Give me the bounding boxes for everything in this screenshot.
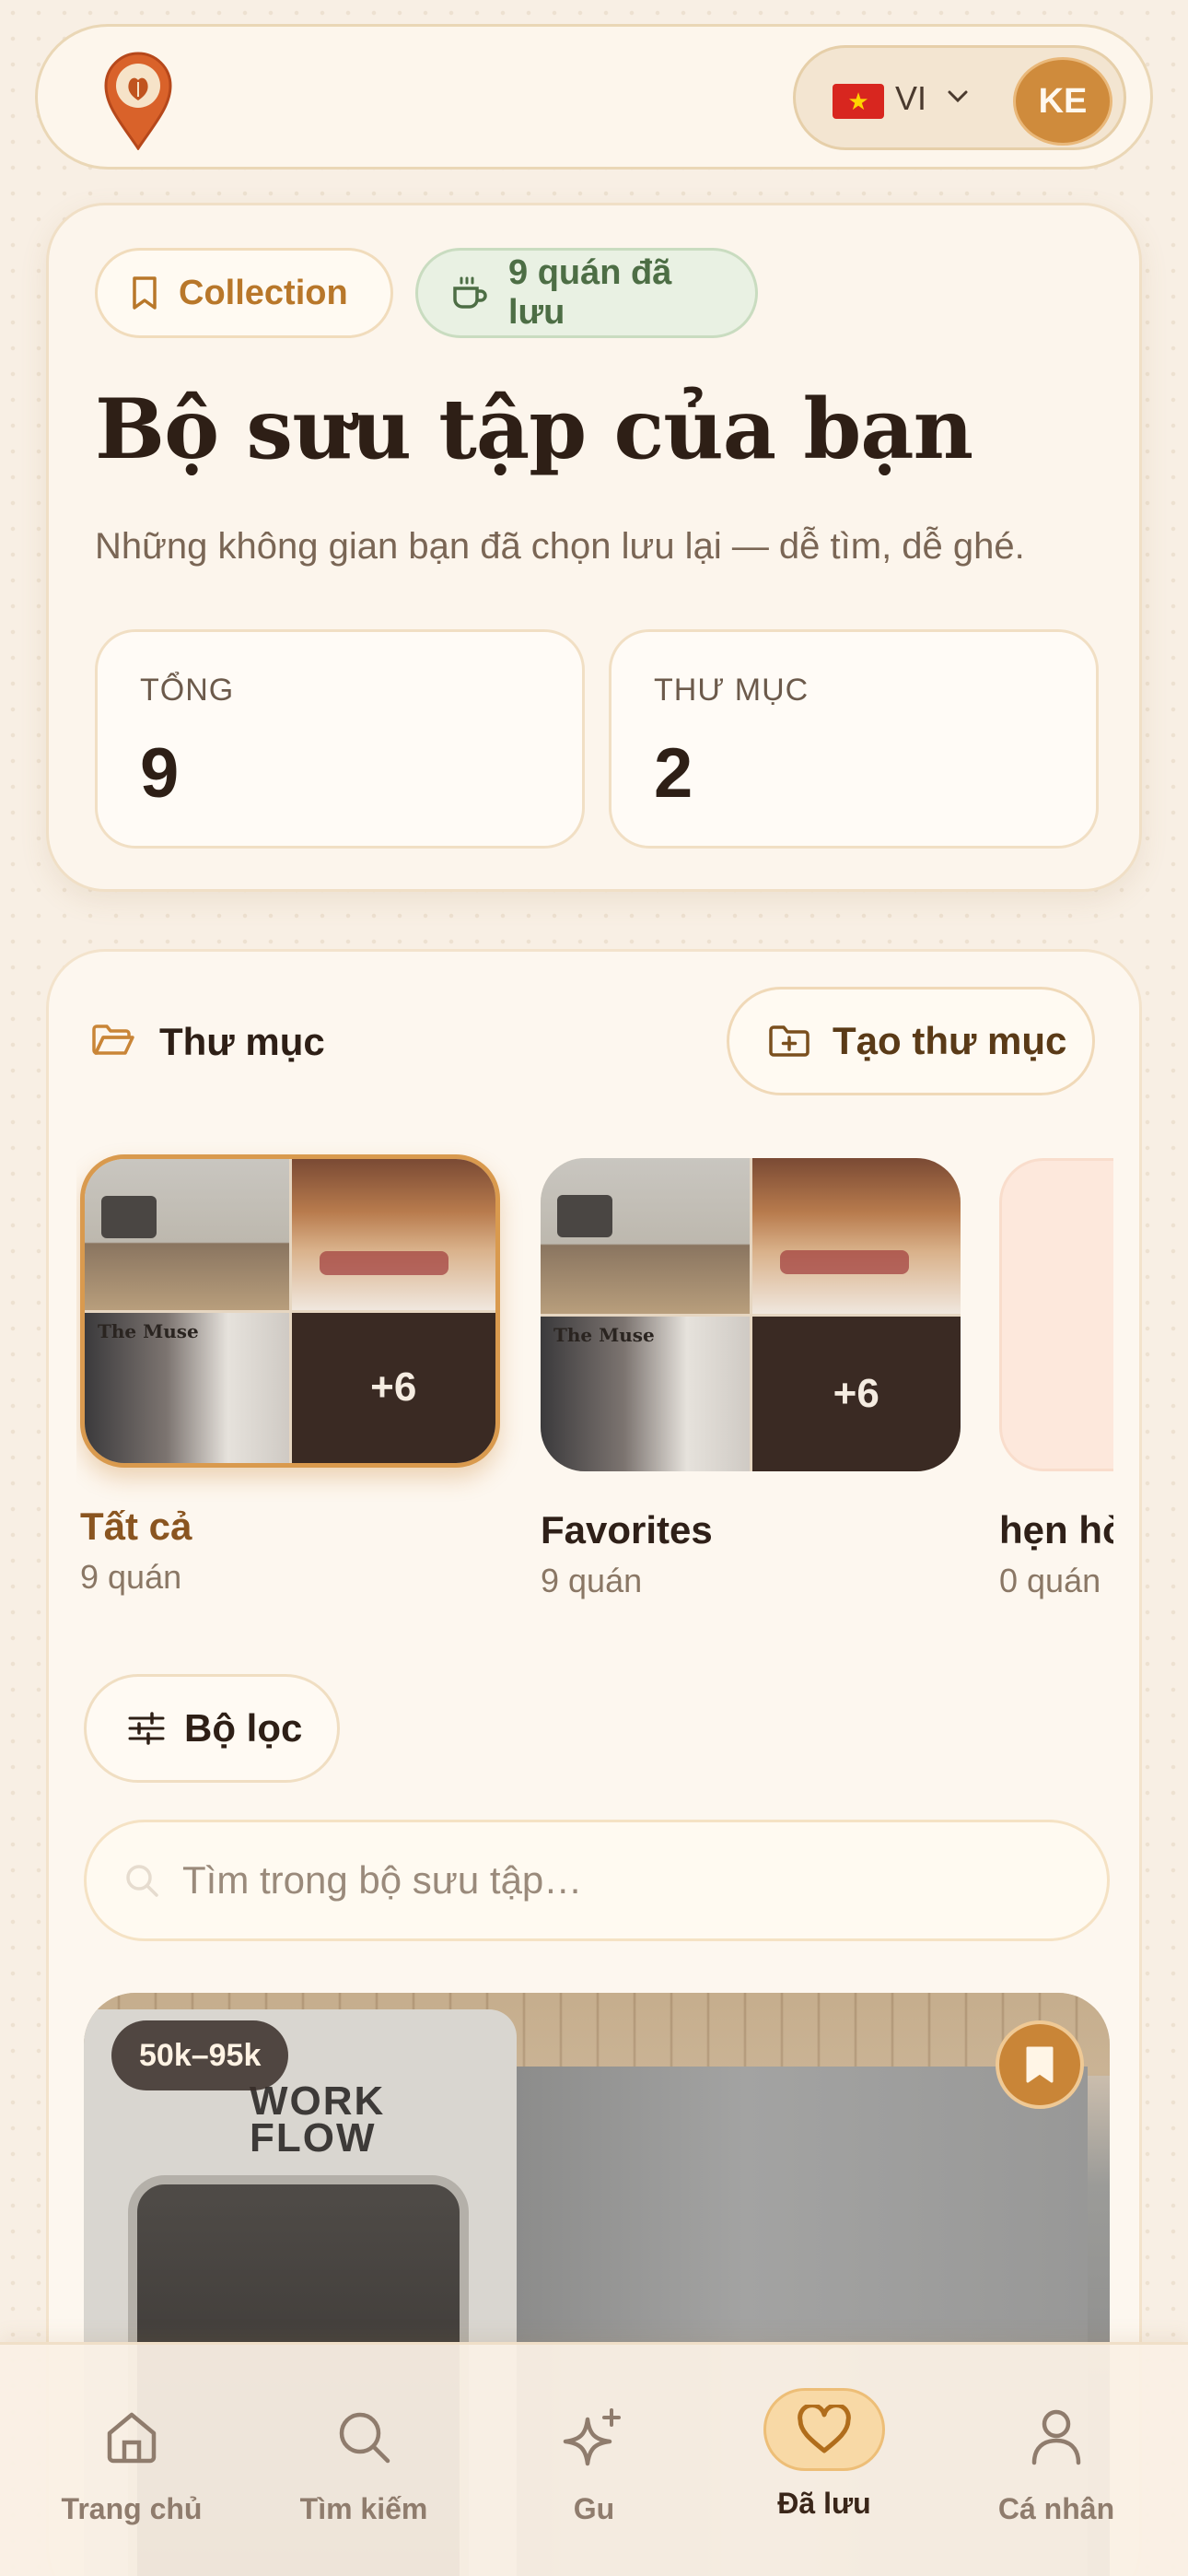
more-count: +6 [751,1316,961,1471]
folder-card-date[interactable]: hẹn hò 0 quán [999,1158,1113,1600]
bookmark-filled-icon [1026,2046,1054,2083]
app-header: ★ VI KE [35,24,1153,170]
nav-label: Cá nhân [997,2492,1115,2525]
button-label: Bộ lọc [184,1706,303,1750]
vietnam-flag-icon: ★ [833,84,884,119]
price-badge: 50k–95k [111,2020,289,2090]
folder-count: 9 quán [80,1558,182,1596]
more-count: +6 [291,1312,495,1463]
search-input[interactable] [182,1858,1011,1903]
cafe-logo-text: WORK FLOW [250,2078,386,2160]
saved-count-chip: 9 quán đã lưu [415,248,758,338]
folder-count: 9 quán [541,1562,643,1599]
stat-folders: THƯ MỤC 2 [609,629,1099,849]
folder-carousel[interactable]: +6 Tất cả 9 quán +6 Favorites 9 quán hẹn… [76,1127,1113,1615]
stat-value: 9 [140,734,180,813]
sliders-icon [128,1712,165,1745]
cafe-photo [85,1312,289,1463]
nav-label: Trang chủ [61,2492,203,2525]
cafe-photo [751,1158,961,1314]
create-folder-button[interactable]: Tạo thư mục [727,987,1095,1095]
coffee-cup-icon [453,276,487,309]
language-selector[interactable]: ★ VI KE [793,45,1126,150]
folders-section: Thư mục Tạo thư mục +6 Tất cả 9 quán +6 [46,949,1142,2576]
nav-item-profile[interactable]: Cá nhân [938,2345,1175,2576]
language-code: VI [895,79,927,117]
folder-name: hẹn hò [999,1508,1113,1551]
avatar[interactable]: KE [1013,57,1112,146]
stat-label: THƯ MỤC [654,673,809,708]
nav-item-home[interactable]: Trang chủ [13,2345,250,2576]
page-title: Bộ sưu tập của bạn [95,381,973,478]
folder-name: Tất cả [80,1505,192,1548]
logo-icon[interactable] [102,49,174,151]
folder-name: Favorites [541,1508,713,1551]
bookmark-icon [133,276,157,310]
cafe-photo [85,1159,289,1310]
nav-item-saved[interactable]: Đã lưu [705,2345,943,2576]
folder-open-icon [91,1022,135,1063]
page-subtitle: Những không gian bạn đã chọn lưu lại — d… [95,526,1025,567]
search-icon [334,2400,393,2474]
chevron-down-icon [947,77,969,122]
active-indicator [763,2388,885,2471]
folder-card-favorites[interactable]: +6 Favorites 9 quán [541,1158,961,1600]
bottom-navigation: Trang chủ Tìm kiếm Gu Đã lưu Cá nhân [0,2342,1188,2576]
folder-thumbnail-grid: +6 [80,1154,500,1468]
stat-value: 2 [654,734,693,813]
cafe-photo [291,1159,495,1310]
filter-button[interactable]: Bộ lọc [84,1674,340,1783]
saved-bookmark-button[interactable] [996,2020,1084,2109]
nav-label: Đã lưu [777,2487,871,2520]
nav-label: Tìm kiếm [299,2492,428,2525]
collection-chip: Collection [95,248,393,338]
collection-hero: Collection 9 quán đã lưu Bộ sưu tập của … [46,203,1142,892]
home-icon [102,2400,161,2474]
section-title: Thư mục [159,1020,325,1063]
folder-card-all[interactable]: +6 Tất cả 9 quán [80,1154,500,1597]
folder-thumbnail-grid: +6 [541,1158,961,1471]
nav-item-gu[interactable]: Gu [475,2345,713,2576]
folder-plus-icon [769,1025,809,1057]
stat-total: TỔNG 9 [95,629,585,849]
folder-count: 0 quán [999,1562,1101,1599]
nav-item-search[interactable]: Tìm kiếm [245,2345,483,2576]
stat-label: TỔNG [140,673,235,708]
heart-icon [763,2385,885,2474]
button-label: Tạo thư mục [833,1019,1067,1062]
folder-thumbnail-empty [999,1158,1113,1471]
search-icon [126,1865,158,1897]
chip-label: Collection [179,273,348,312]
cafe-photo [541,1158,750,1314]
sparkle-icon [562,2400,626,2474]
user-icon [1029,2400,1084,2474]
chip-label: 9 quán đã lưu [508,253,672,332]
collection-search[interactable] [84,1820,1110,1941]
nav-label: Gu [573,2492,615,2525]
cafe-photo [541,1316,750,1471]
